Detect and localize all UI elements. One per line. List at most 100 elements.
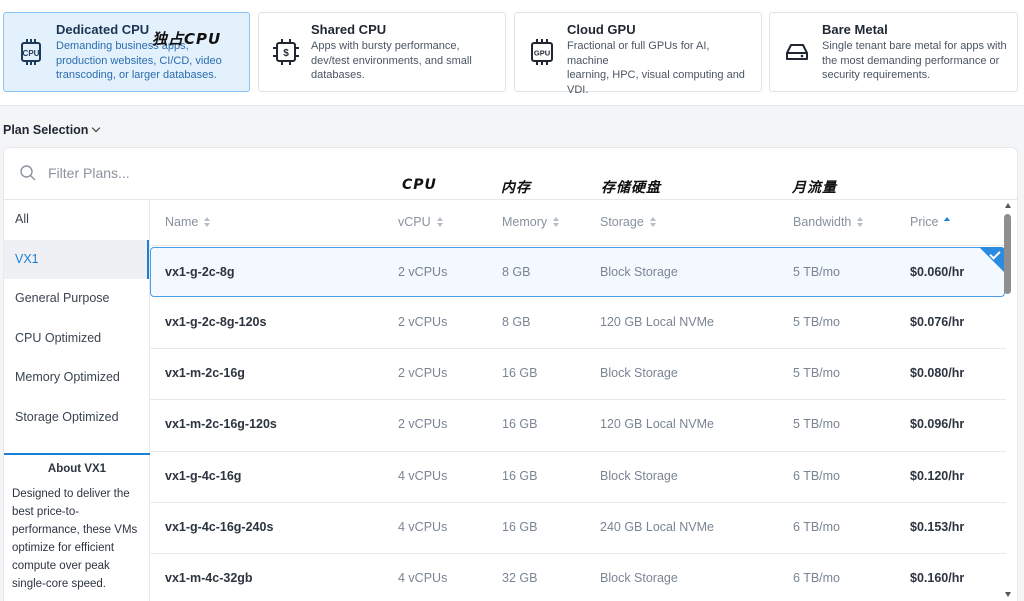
table-row[interactable]: vx1-g-2c-8g-120s 2 vCPUs 8 GB 120 GB Local … (150, 298, 1006, 350)
filter-plans-input[interactable] (48, 162, 308, 184)
cell-price: $0.080/hr (910, 366, 965, 381)
card-title: Cloud GPU (567, 22, 636, 37)
sidebar-item-general-purpose[interactable]: General Purpose (4, 279, 149, 319)
server-drive-icon (786, 44, 808, 60)
cell-memory: 16 GB (502, 519, 538, 534)
cell-storage: 120 GB Local NVMe (600, 315, 714, 329)
cell-name: vx1-g-2c-8g-120s (165, 315, 267, 329)
cell-vcpu: 4 vCPUs (398, 519, 448, 534)
cell-bandwidth: 5 TB/mo (793, 366, 841, 381)
sidebar-item-all[interactable]: All (4, 200, 149, 240)
table-row[interactable]: vx1-g-2c-8g 2 vCPUs 8 GB Block Storage 5 TB/… (150, 247, 1005, 297)
svg-text:CPU: CPU (23, 49, 40, 58)
column-header-storage[interactable]: Storage (600, 215, 657, 229)
annotation-bandwidth: 月流量 (792, 180, 837, 196)
card-title: Bare Metal (822, 22, 888, 37)
cell-price: $0.160/hr (910, 570, 965, 585)
cell-memory: 8 GB (502, 265, 531, 279)
cell-price: $0.120/hr (910, 468, 965, 483)
cell-name: vx1-m-2c-16g-120s (165, 417, 277, 432)
cpu-chip-icon: CPU (21, 39, 41, 65)
card-description: Single tenant bare metal for apps with th… (822, 40, 1007, 81)
table-row[interactable]: vx1-m-2c-16g-120s 2 vCPUs 16 GB 120 GB Loca… (150, 400, 1006, 452)
cell-memory: 8 GB (502, 315, 531, 329)
search-icon (20, 165, 36, 181)
sort-icon (553, 216, 560, 227)
card-cloud-gpu[interactable]: GPU Cloud GPU Fractional or full GPUs fo… (514, 12, 762, 96)
chevron-down-icon (92, 123, 101, 133)
card-annotation: 独占CPU (152, 30, 222, 48)
card-dedicated-cpu[interactable]: CPU Dedicated CPU 独占CPU Demanding busine… (3, 12, 250, 92)
annotation-storage: 存储硬盘 (601, 180, 661, 196)
cell-bandwidth: 5 TB/mo (793, 315, 841, 329)
cell-vcpu: 2 vCPUs (398, 315, 448, 329)
card-shared-cpu[interactable]: $ Shared CPU Apps with bursty performanc… (258, 12, 506, 92)
plan-category-sidebar: All VX1 General Purpose CPU Optimized Me… (4, 200, 150, 601)
plans-table-body: vx1-g-2c-8g 2 vCPUs 8 GB Block Storage 5 TB/… (150, 247, 1006, 601)
cell-storage: 240 GB Local NVMe (600, 519, 714, 534)
table-row[interactable]: vx1-m-4c-32gb 4 vCPUs 32 GB Block Storage 6 … (150, 554, 1006, 601)
cell-bandwidth: 5 TB/mo (793, 417, 841, 432)
cell-memory: 16 GB (502, 417, 538, 432)
cell-vcpu: 2 vCPUs (398, 417, 448, 432)
scroll-up-arrow-icon[interactable] (1005, 203, 1011, 208)
cell-vcpu: 2 vCPUs (398, 366, 448, 381)
cell-bandwidth: 6 TB/mo (793, 570, 841, 585)
card-bare-metal[interactable]: Bare Metal Single tenant bare metal for … (769, 12, 1018, 92)
plan-selection-toggle[interactable]: Plan Selection (3, 123, 101, 137)
table-header: Name vCPU Memory Storage Bandwidth Price (150, 200, 1006, 246)
svg-text:GPU: GPU (534, 49, 550, 58)
about-text: Designed to deliver the best price-to-per… (12, 488, 138, 590)
about-panel: About VX1 Designed to deliver the best pr… (4, 453, 150, 593)
annotation-memory: 内存 (501, 180, 531, 196)
cell-memory: 16 GB (502, 468, 538, 483)
cell-storage: Block Storage (600, 468, 678, 483)
cell-storage: Block Storage (600, 570, 678, 585)
column-header-price[interactable]: Price (910, 215, 951, 229)
cell-name: vx1-m-2c-16g (165, 366, 245, 381)
scrollbar[interactable] (1004, 214, 1012, 601)
card-description: Apps with bursty performance, dev/test en… (311, 40, 472, 81)
cell-name: vx1-g-4c-16g (165, 468, 242, 483)
sort-icon (649, 216, 657, 227)
cell-name: vx1-m-4c-32gb (165, 570, 253, 585)
column-header-memory[interactable]: Memory (502, 215, 560, 229)
table-row[interactable]: vx1-g-4c-16g 4 vCPUs 16 GB Block Storage 6 T… (150, 452, 1006, 503)
svg-text:$: $ (283, 48, 289, 59)
cell-bandwidth: 5 TB/mo (793, 265, 841, 279)
cell-vcpu: 4 vCPUs (398, 468, 448, 483)
table-row[interactable]: vx1-m-2c-16g 2 vCPUs 16 GB Block Storage 5 T… (150, 349, 1006, 401)
sidebar-item-vx1[interactable]: VX1 (4, 239, 149, 279)
sort-ascending-icon (944, 216, 951, 227)
gpu-chip-icon: GPU (531, 39, 553, 65)
scrollbar-thumb[interactable] (1004, 214, 1011, 294)
column-header-name[interactable]: Name (165, 215, 211, 229)
cell-price: $0.153/hr (910, 519, 965, 534)
sort-icon (857, 216, 864, 227)
cell-price: $0.076/hr (910, 315, 965, 329)
sort-icon (436, 216, 444, 227)
cell-storage: Block Storage (600, 265, 678, 279)
sidebar-item-storage-optimized[interactable]: Storage Optimized (4, 398, 149, 438)
card-title: Shared CPU (311, 22, 387, 37)
cell-memory: 32 GB (502, 570, 538, 585)
cell-name: vx1-g-4c-16g-240s (165, 519, 274, 534)
cell-bandwidth: 6 TB/mo (793, 468, 841, 483)
cell-memory: 16 GB (502, 366, 538, 381)
sort-icon (204, 216, 211, 227)
sidebar-item-memory-optimized[interactable]: Memory Optimized (4, 358, 149, 398)
cell-storage: Block Storage (600, 366, 678, 381)
column-header-vcpu[interactable]: vCPU (398, 215, 444, 229)
cell-vcpu: 4 vCPUs (398, 570, 448, 585)
cell-name: vx1-g-2c-8g (165, 265, 235, 279)
sidebar-item-cpu-optimized[interactable]: CPU Optimized (4, 319, 149, 359)
cell-bandwidth: 6 TB/mo (793, 519, 841, 534)
scroll-down-arrow-icon[interactable] (1005, 592, 1011, 597)
about-title: About VX1 (47, 463, 107, 475)
cell-vcpu: 2 vCPUs (398, 265, 448, 279)
cell-storage: 120 GB Local NVMe (600, 417, 714, 432)
column-header-bandwidth[interactable]: Bandwidth (793, 215, 864, 229)
plan-type-selector: CPU Dedicated CPU 独占CPU Demanding busine… (0, 0, 1024, 106)
annotation-cpu: CPU (402, 177, 437, 193)
table-row[interactable]: vx1-g-4c-16g-240s 4 vCPUs 16 GB 240 GB Loca… (150, 503, 1006, 554)
